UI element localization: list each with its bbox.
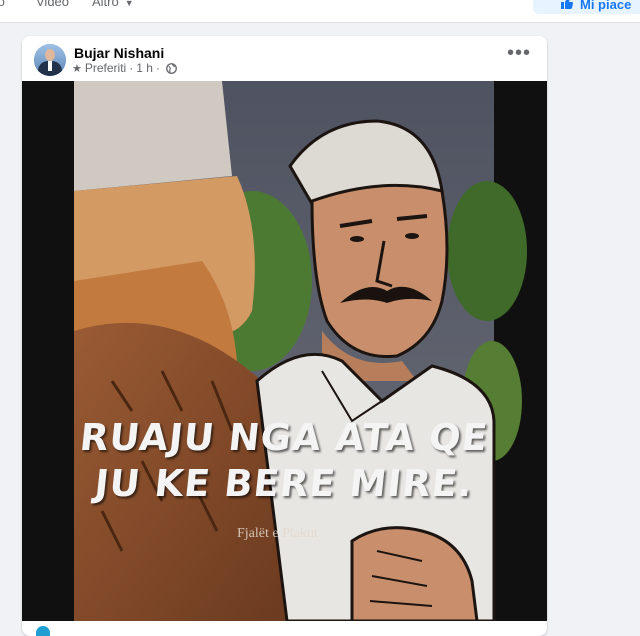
post-author[interactable]: Bujar Nishani	[74, 45, 164, 61]
avatar[interactable]	[34, 44, 66, 76]
image-signature: Fjalët e Plakut	[237, 526, 318, 541]
globe-icon	[165, 62, 177, 74]
meta-separator: ·	[129, 61, 134, 75]
chevron-down-icon: ▼	[124, 0, 134, 8]
thumbs-up-icon	[561, 0, 573, 9]
image-caption-line-1: RUAJU NGA ATA QE	[77, 416, 491, 459]
post-card: Bujar Nishani ★ Preferiti · 1 h · ••• RU…	[22, 36, 547, 636]
tab-altro-label: Altro	[92, 0, 119, 9]
reaction-icon	[36, 626, 50, 636]
tab-altro[interactable]: Altro ▼	[92, 0, 134, 9]
like-page-label: Mi piace	[580, 0, 632, 12]
post-meta: ★ Preferiti · 1 h ·	[72, 61, 177, 75]
meta-separator: ·	[155, 61, 160, 75]
tab-foto[interactable]: to	[0, 0, 5, 9]
profile-tabs-bar: to Video Altro ▼ Mi piace	[0, 0, 640, 23]
post-image[interactable]: RUAJU NGA ATA QE JU KE BERE MIRE. Fjalët…	[22, 81, 547, 621]
star-icon: ★	[72, 62, 82, 75]
post-options-button[interactable]: •••	[504, 43, 534, 70]
post-audience[interactable]: Preferiti	[85, 61, 126, 75]
post-time[interactable]: 1 h	[136, 61, 153, 75]
image-caption-line-2: JU KE BERE MIRE.	[92, 462, 476, 505]
tab-video[interactable]: Video	[36, 0, 69, 9]
like-page-button[interactable]: Mi piace	[533, 0, 640, 14]
